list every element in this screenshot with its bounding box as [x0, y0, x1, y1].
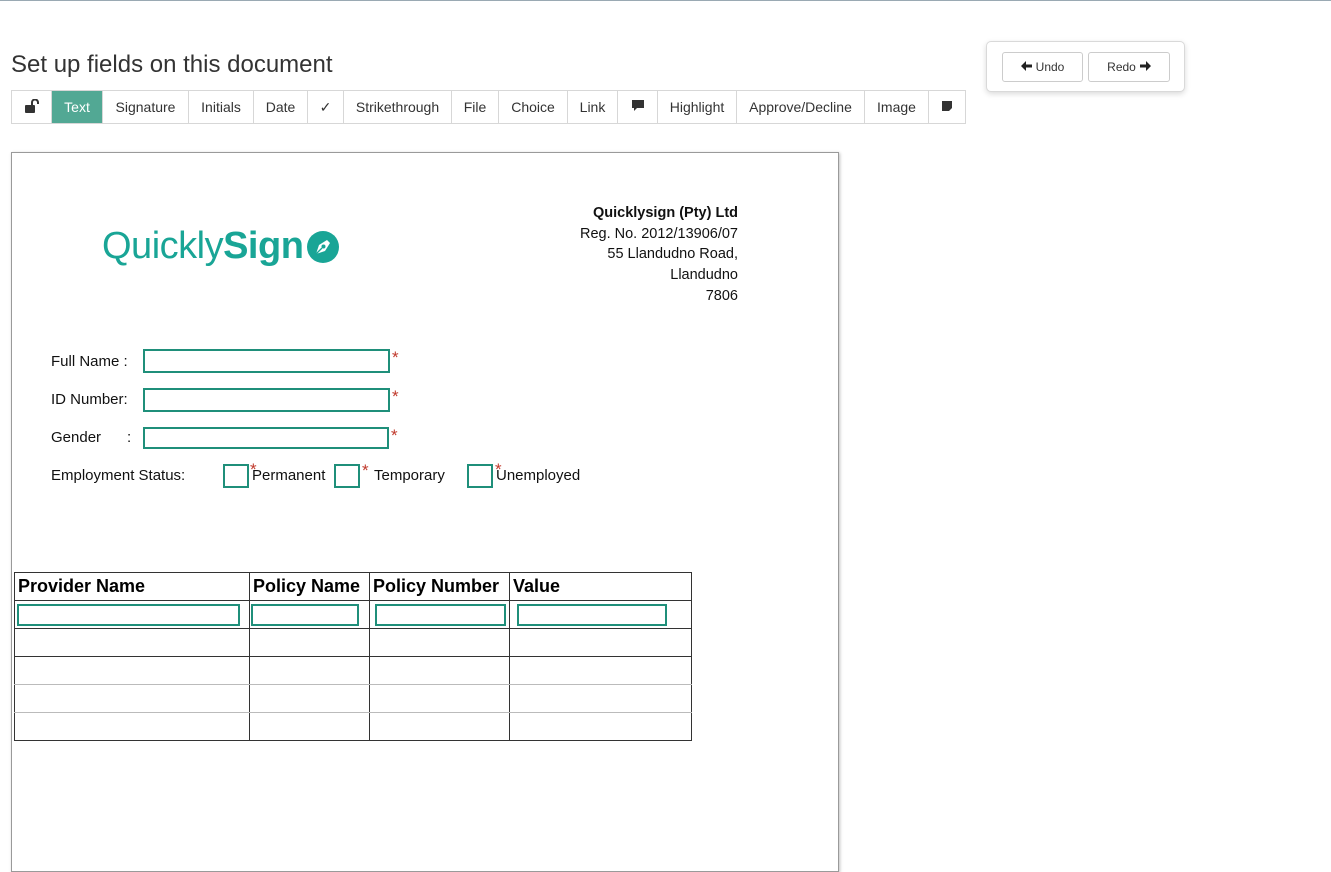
table-cell — [509, 656, 692, 685]
field-toolbar: Text Signature Initials Date ✓ Strikethr… — [11, 90, 966, 124]
temporary-option-label: Temporary — [374, 467, 445, 484]
table-cell — [14, 712, 250, 741]
tool-sticky-note-button[interactable] — [929, 91, 965, 123]
table-cell — [369, 656, 510, 685]
tool-date-button[interactable]: Date — [254, 91, 308, 123]
company-postcode: 7806 — [705, 287, 738, 304]
temporary-checkbox[interactable] — [334, 464, 360, 488]
tool-strikethrough-button[interactable]: Strikethrough — [344, 91, 452, 123]
permanent-option-label: Permanent — [252, 467, 326, 484]
arrow-right-icon — [1139, 60, 1151, 74]
full-name-field[interactable] — [143, 349, 390, 373]
sticky-note-icon — [941, 99, 953, 115]
required-marker: * — [362, 461, 369, 480]
company-city: Llandudno — [670, 267, 738, 284]
history-panel: Undo Redo — [986, 41, 1185, 92]
col-policy-name: Policy Name — [249, 572, 370, 601]
table-cell — [369, 628, 510, 657]
table-cell — [249, 600, 370, 629]
page-title: Set up fields on this document — [11, 51, 333, 78]
table-row — [14, 600, 692, 629]
undo-label: Undo — [1035, 60, 1065, 74]
policy-name-field[interactable] — [251, 604, 359, 626]
required-marker: * — [392, 348, 399, 367]
logo-text-light: Quickly — [102, 225, 224, 267]
company-reg: Reg. No. 2012/13906/07 — [579, 225, 738, 242]
full-name-label: Full Name : — [51, 353, 128, 370]
gender-field[interactable] — [143, 427, 389, 449]
tool-approve-decline-button[interactable]: Approve/Decline — [737, 91, 865, 123]
table-cell — [249, 628, 370, 657]
table-cell — [14, 628, 250, 657]
tool-comment-button[interactable] — [618, 91, 658, 123]
table-cell — [369, 684, 510, 713]
table-cell — [369, 600, 510, 629]
col-value: Value — [509, 572, 692, 601]
employment-status-label: Employment Status: — [51, 467, 186, 484]
company-street: 55 Llandudno Road, — [607, 246, 738, 263]
policy-table: Provider Name Policy Name Policy Number … — [14, 572, 692, 741]
tool-file-button[interactable]: File — [452, 91, 499, 123]
permanent-checkbox[interactable] — [223, 464, 249, 488]
required-marker: * — [392, 387, 399, 406]
tool-initials-button[interactable]: Initials — [189, 91, 254, 123]
unemployed-option-label: Unemployed — [496, 467, 581, 484]
table-row — [14, 712, 692, 741]
table-cell — [249, 656, 370, 685]
table-cell — [249, 684, 370, 713]
tool-image-button[interactable]: Image — [865, 91, 929, 123]
tool-text-button[interactable]: Text — [52, 91, 103, 123]
id-number-field[interactable] — [143, 388, 390, 412]
lock-toggle-button[interactable] — [12, 91, 52, 123]
table-cell — [14, 600, 250, 629]
value-field[interactable] — [517, 604, 667, 626]
table-header-row: Provider Name Policy Name Policy Number … — [14, 572, 692, 601]
col-policy-number: Policy Number — [369, 572, 510, 601]
table-row — [14, 628, 692, 657]
undo-button[interactable]: Undo — [1002, 52, 1083, 82]
gender-colon: : — [127, 429, 132, 446]
unemployed-checkbox[interactable] — [467, 464, 493, 488]
table-cell — [509, 712, 692, 741]
redo-button[interactable]: Redo — [1088, 52, 1170, 82]
company-address: Quicklysign (Pty) Ltd Reg. No. 2012/1390… — [580, 203, 738, 307]
redo-label: Redo — [1107, 60, 1136, 74]
tool-link-button[interactable]: Link — [568, 91, 618, 123]
id-number-label: ID Number: — [51, 391, 128, 408]
gender-label: Gender — [51, 429, 102, 446]
col-provider-name: Provider Name — [14, 572, 250, 601]
policy-number-field[interactable] — [375, 604, 506, 626]
table-cell — [14, 656, 250, 685]
table-cell — [509, 600, 692, 629]
company-logo: Quickly Sign — [102, 225, 340, 268]
table-cell — [249, 712, 370, 741]
comment-icon — [631, 99, 645, 115]
tool-signature-button[interactable]: Signature — [103, 91, 189, 123]
logo-text-bold: Sign — [223, 225, 304, 267]
tool-highlight-button[interactable]: Highlight — [658, 91, 737, 123]
table-row — [14, 656, 692, 685]
top-divider — [0, 0, 1331, 1]
document-page: Quickly Sign Quicklysign (Pty) Ltd Reg. N… — [11, 152, 839, 872]
table-cell — [369, 712, 510, 741]
tool-choice-button[interactable]: Choice — [499, 91, 568, 123]
pen-nib-icon — [306, 230, 340, 264]
arrow-left-icon — [1020, 60, 1032, 74]
provider-name-field[interactable] — [17, 604, 240, 626]
unlock-icon — [24, 98, 40, 116]
company-name: Quicklysign (Pty) Ltd — [592, 205, 738, 221]
table-row — [14, 684, 692, 713]
table-cell — [509, 628, 692, 657]
required-marker: * — [391, 426, 398, 445]
table-cell — [509, 684, 692, 713]
tool-checkmark-button[interactable]: ✓ — [308, 91, 344, 123]
table-cell — [14, 684, 250, 713]
